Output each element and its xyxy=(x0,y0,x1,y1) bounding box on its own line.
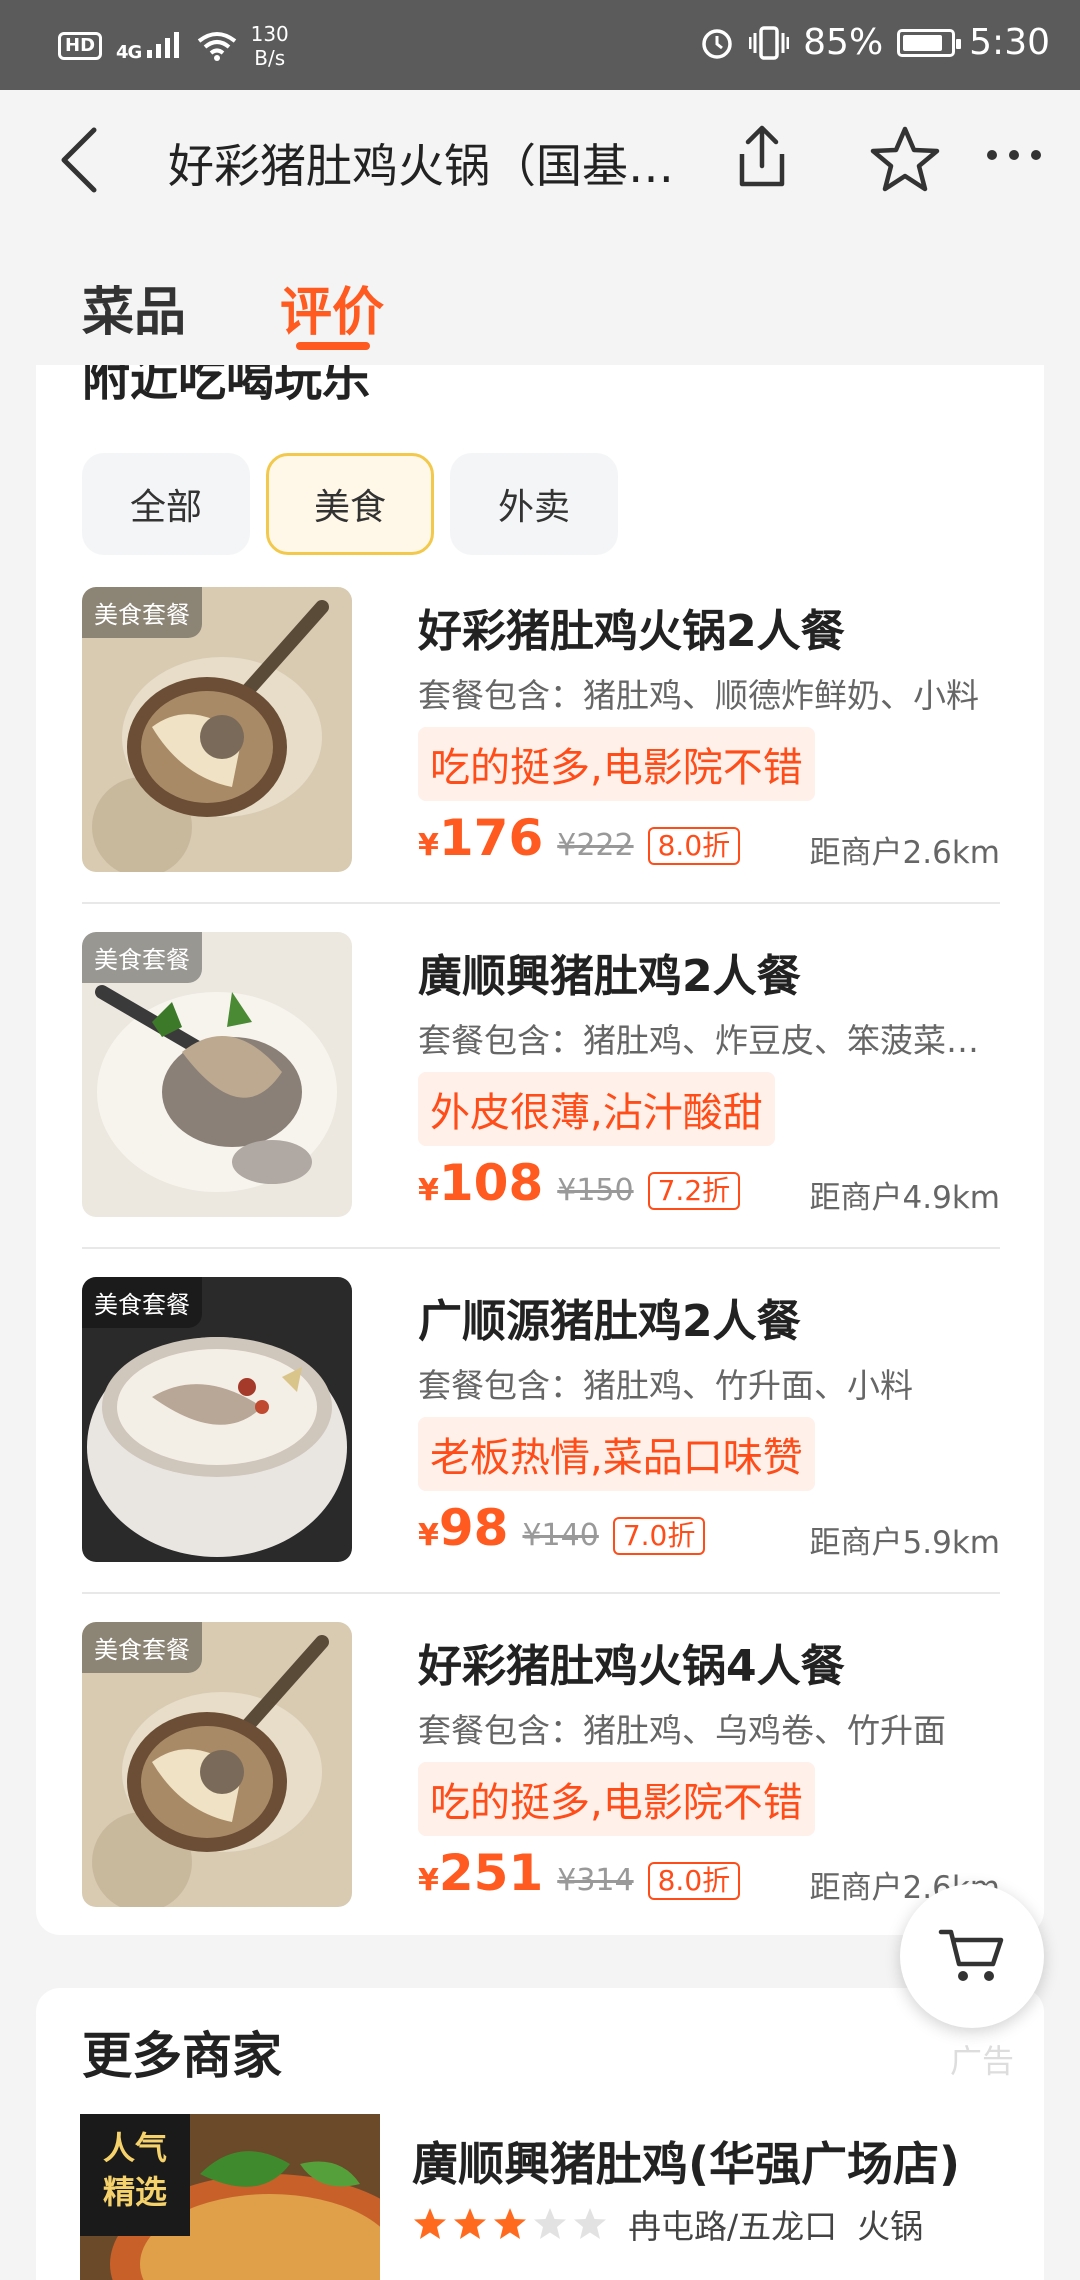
deal-contents: 套餐包含：猪肚鸡、炸豆皮、笨菠菜… xyxy=(418,1021,979,1060)
more-dots-icon[interactable] xyxy=(984,140,1044,170)
cart-icon xyxy=(938,1929,1004,1981)
deal-item[interactable]: 美食套餐 好彩猪肚鸡火锅2人餐 套餐包含：猪肚鸡、顺德炸鲜奶、小料 吃的挺多,电… xyxy=(82,587,1000,932)
deal-tag: 美食套餐 xyxy=(82,932,202,983)
deal-tag: 美食套餐 xyxy=(82,587,202,638)
deal-item[interactable]: 美食套餐 廣顺興猪肚鸡2人餐 套餐包含：猪肚鸡、炸豆皮、笨菠菜… 外皮很薄,沾汁… xyxy=(82,932,1000,1277)
hd-indicator: HD xyxy=(58,32,103,60)
more-merchants-section: 更多商家 广告 人气 精选 廣顺興猪肚鸡(华强广场店) 冉屯路/五龙口 火锅 xyxy=(36,1988,1044,2280)
currency-symbol: ¥ xyxy=(418,1173,439,1208)
deal-name: 广顺源猪肚鸡2人餐 xyxy=(418,1296,801,1347)
filter-all[interactable]: 全部 xyxy=(82,453,250,555)
page-title: 好彩猪肚鸡火锅（国基… xyxy=(168,139,674,193)
deal-name: 好彩猪肚鸡火锅2人餐 xyxy=(418,606,845,657)
alarm-icon xyxy=(702,28,732,59)
discount-badge: 8.0折 xyxy=(647,827,741,865)
signal-icon: 4G xyxy=(116,30,183,63)
deal-image: 美食套餐 xyxy=(82,1622,352,1907)
popular-badge: 人气 精选 xyxy=(80,2114,190,2236)
deal-image: 美食套餐 xyxy=(82,932,352,1217)
star-outline-icon[interactable] xyxy=(870,124,940,194)
deal-contents: 套餐包含：猪肚鸡、竹升面、小料 xyxy=(418,1366,913,1405)
deal-image: 美食套餐 xyxy=(82,587,352,872)
star-filled-icon xyxy=(454,2208,486,2239)
merchant-category: 火锅 xyxy=(857,2207,924,2246)
merchant-image[interactable]: 人气 精选 xyxy=(80,2114,380,2280)
tab-reviews[interactable]: 评价 xyxy=(280,270,384,345)
clock: 5:30 xyxy=(969,22,1050,63)
original-price: ¥314 xyxy=(557,1863,634,1898)
tab-dishes[interactable]: 菜品 xyxy=(82,270,186,345)
original-price: ¥150 xyxy=(557,1173,634,1208)
filter-food[interactable]: 美食 xyxy=(266,453,434,555)
vibrate-icon xyxy=(749,25,790,60)
wifi-icon xyxy=(197,32,236,61)
divider xyxy=(82,902,1000,904)
chevron-left-icon[interactable] xyxy=(50,120,110,200)
merchant-meta: 冉屯路/五龙口 火锅 xyxy=(412,2200,923,2248)
battery-icon xyxy=(897,28,962,57)
discount-badge: 8.0折 xyxy=(647,1862,741,1900)
ad-label: 广告 xyxy=(949,2042,1014,2080)
discount-badge: 7.2折 xyxy=(647,1172,741,1210)
deal-price: 251 xyxy=(438,1844,544,1902)
star-empty-icon xyxy=(574,2208,606,2239)
deal-contents: 套餐包含：猪肚鸡、顺德炸鲜奶、小料 xyxy=(418,676,979,715)
currency-symbol: ¥ xyxy=(418,828,439,863)
share-icon[interactable] xyxy=(730,122,794,192)
deal-price: 176 xyxy=(438,809,544,867)
deal-price-row: ¥ 251 ¥314 8.0折 xyxy=(418,1844,741,1902)
deal-distance: 距商户5.9km xyxy=(809,1525,1000,1561)
merchant-area: 冉屯路/五龙口 xyxy=(628,2207,838,2246)
original-price: ¥222 xyxy=(557,828,634,863)
filter-delivery[interactable]: 外卖 xyxy=(450,453,618,555)
merchant-name[interactable]: 廣顺興猪肚鸡(华强广场店) xyxy=(412,2128,960,2194)
status-bar: HD 4G 130 B/s 85% 5:30 xyxy=(0,0,1080,90)
deal-review: 吃的挺多,电影院不错 xyxy=(418,1762,815,1836)
deal-tag: 美食套餐 xyxy=(82,1277,202,1328)
currency-symbol: ¥ xyxy=(418,1863,439,1898)
original-price: ¥140 xyxy=(522,1518,599,1553)
deal-distance: 距商户4.9km xyxy=(809,1180,1000,1216)
top-nav: 好彩猪肚鸡火锅（国基… xyxy=(0,90,1080,230)
divider xyxy=(82,1247,1000,1249)
deal-distance: 距商户2.6km xyxy=(809,835,1000,871)
deal-tag: 美食套餐 xyxy=(82,1622,202,1673)
filter-chips: 全部 美食 外卖 xyxy=(82,453,618,555)
star-filled-icon xyxy=(414,2208,446,2239)
tab-bar: 菜品 评价 xyxy=(0,230,1080,360)
star-filled-icon xyxy=(494,2208,526,2239)
deal-price: 98 xyxy=(438,1499,509,1557)
signal-bars-icon xyxy=(146,31,179,58)
section-title: 附近吃喝玩乐 xyxy=(82,365,371,407)
star-empty-icon xyxy=(534,2208,566,2239)
deal-price-row: ¥ 98 ¥140 7.0折 xyxy=(418,1499,706,1557)
deal-name: 廣顺興猪肚鸡2人餐 xyxy=(418,951,801,1002)
divider xyxy=(82,1592,1000,1594)
deal-price: 108 xyxy=(438,1154,544,1212)
deal-name: 好彩猪肚鸡火锅4人餐 xyxy=(418,1641,845,1692)
network-type: 4G xyxy=(116,41,142,63)
rating-stars xyxy=(412,2206,608,2242)
deal-image: 美食套餐 xyxy=(82,1277,352,1562)
deal-contents: 套餐包含：猪肚鸡、乌鸡卷、竹升面 xyxy=(418,1711,946,1750)
deal-item[interactable]: 美食套餐 好彩猪肚鸡火锅4人餐 套餐包含：猪肚鸡、乌鸡卷、竹升面 吃的挺多,电影… xyxy=(82,1622,1000,1935)
battery-percent: 85% xyxy=(803,22,884,63)
currency-symbol: ¥ xyxy=(418,1518,439,1553)
deal-review: 老板热情,菜品口味赞 xyxy=(418,1417,815,1491)
network-speed: 130 B/s xyxy=(250,22,289,70)
deal-review: 外皮很薄,沾汁酸甜 xyxy=(418,1072,775,1146)
cart-button[interactable] xyxy=(900,1884,1044,2028)
deal-price-row: ¥ 108 ¥150 7.2折 xyxy=(418,1154,741,1212)
deal-review: 吃的挺多,电影院不错 xyxy=(418,727,815,801)
nearby-section: 附近吃喝玩乐 全部 美食 外卖 美食套餐 好彩猪肚鸡火锅2人餐 套餐包含：猪肚鸡… xyxy=(36,365,1044,1935)
section-title: 更多商家 xyxy=(82,2027,282,2085)
discount-badge: 7.0折 xyxy=(612,1517,706,1555)
active-tab-indicator xyxy=(296,342,370,350)
deal-item[interactable]: 美食套餐 广顺源猪肚鸡2人餐 套餐包含：猪肚鸡、竹升面、小料 老板热情,菜品口味… xyxy=(82,1277,1000,1622)
deal-price-row: ¥ 176 ¥222 8.0折 xyxy=(418,809,741,867)
